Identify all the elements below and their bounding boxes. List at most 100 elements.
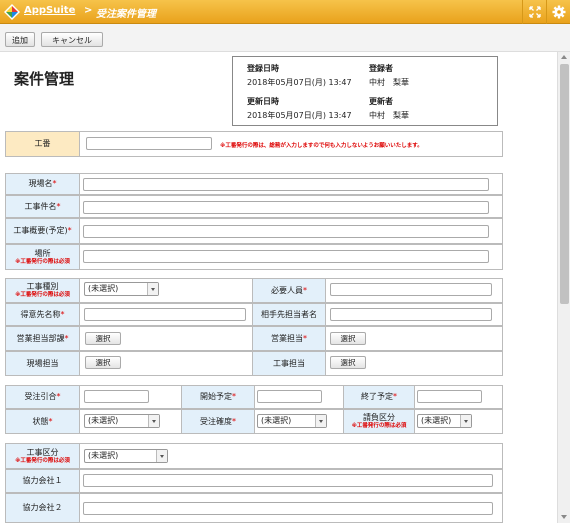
partner2-label-text: 協力会社２ xyxy=(22,503,63,512)
project-name-input[interactable] xyxy=(83,201,489,214)
order-price-label-text: 受注引合* xyxy=(24,392,61,401)
end-label-text: 終了予定* xyxy=(361,392,397,401)
work-mgr-label-text: 工事担当 xyxy=(273,358,305,368)
status-label-text: 状態* xyxy=(32,416,53,426)
contract-label-text: 請負区分 xyxy=(363,413,395,422)
partner1-input[interactable] xyxy=(83,474,493,487)
end-label: 終了予定* xyxy=(343,385,415,409)
status-label: 状態* xyxy=(5,409,80,434)
partner2-input[interactable] xyxy=(83,502,493,515)
sales-dept-select-button[interactable]: 選択 xyxy=(85,332,121,345)
updated-value: 2018年05月07日(月) 13:47 xyxy=(247,111,352,120)
partner2-label: 協力会社２ xyxy=(5,493,80,523)
chevron-down-icon xyxy=(315,415,326,427)
contact-input[interactable] xyxy=(330,308,492,321)
updater-value: 中村 梨華 xyxy=(369,111,409,120)
scroll-up-icon[interactable] xyxy=(561,55,567,59)
contact-label-text: 相手先担当者名 xyxy=(261,309,317,319)
page-title: 案件管理 xyxy=(14,70,75,88)
chevron-down-icon xyxy=(148,415,159,427)
fullscreen-button[interactable] xyxy=(522,0,546,24)
gear-icon xyxy=(552,5,565,19)
class-label: 工事区分 ※工番発行の際は必須 xyxy=(5,443,80,469)
required-staff-label: 必要人員* xyxy=(252,278,326,303)
record-info-panel: 登録日時 2018年05月07日(月) 13:47 登録者 中村 梨華 更新日時… xyxy=(232,56,498,126)
breadcrumb-separator: > xyxy=(84,5,93,16)
scrollbar-thumb[interactable] xyxy=(560,64,569,304)
accuracy-select[interactable]: (未選択) xyxy=(257,414,327,428)
site-name-input[interactable] xyxy=(83,178,489,191)
toolbar: 追加 キャンセル xyxy=(0,24,570,52)
work-mgr-select-button[interactable]: 選択 xyxy=(330,356,366,369)
koban-label: 工番 xyxy=(5,131,80,157)
required-staff-input[interactable] xyxy=(330,283,492,296)
site-mgr-label-text: 現場担当 xyxy=(26,358,59,368)
sales-select-button[interactable]: 選択 xyxy=(330,332,366,345)
work-type-label-text: 工事種別 xyxy=(26,282,59,291)
scroll-down-icon[interactable] xyxy=(561,515,567,519)
created-value: 2018年05月07日(月) 13:47 xyxy=(247,78,352,87)
class-label-text: 工事区分 xyxy=(26,447,59,457)
koban-warning: ※工番発行の際は、総務が入力しますので何も入力しないようお願いいたします。 xyxy=(220,143,423,149)
add-button[interactable]: 追加 xyxy=(5,32,35,47)
contract-select[interactable]: (未選択) xyxy=(417,414,472,428)
status-select-value: (未選択) xyxy=(88,416,119,425)
site-mgr-select-button[interactable]: 選択 xyxy=(85,356,121,369)
sales-dept-label-text: 営業担当部課* xyxy=(16,333,69,343)
created-label: 登録日時 xyxy=(247,64,279,73)
chevron-down-icon xyxy=(147,283,158,295)
chevron-down-icon xyxy=(460,415,471,427)
accuracy-label-text: 受注確度* xyxy=(200,416,236,426)
work-type-select[interactable]: (未選択) xyxy=(84,282,159,296)
location-label: 場所 ※工番発行の際は必須 xyxy=(5,244,80,270)
order-price-input[interactable] xyxy=(84,390,149,403)
required-staff-label-text: 必要人員* xyxy=(271,285,307,295)
koban-label-text: 工番 xyxy=(34,139,51,148)
location-input[interactable] xyxy=(83,250,489,263)
accuracy-select-value: (未選択) xyxy=(261,416,292,425)
overview-label-text: 工事概要(予定)* xyxy=(13,226,72,235)
appsuite-logo-icon xyxy=(4,4,20,20)
partner1-label-text: 協力会社１ xyxy=(22,476,63,485)
overview-input[interactable] xyxy=(83,225,489,238)
updater-label: 更新者 xyxy=(369,97,393,106)
cancel-button[interactable]: キャンセル xyxy=(41,32,103,47)
order-price-label: 受注引合* xyxy=(5,385,80,409)
work-type-note: ※工番発行の際は必須 xyxy=(15,292,70,298)
class-select[interactable]: (未選択) xyxy=(84,449,168,463)
location-label-text: 場所 xyxy=(34,248,51,258)
expand-icon xyxy=(528,6,541,18)
start-label: 開始予定* xyxy=(181,385,255,409)
app-name-link[interactable]: AppSuite xyxy=(24,5,75,16)
start-label-text: 開始予定* xyxy=(200,392,236,401)
sales-label-text: 営業担当* xyxy=(271,333,307,343)
end-date-input[interactable] xyxy=(417,390,482,403)
start-date-input[interactable] xyxy=(257,390,322,403)
contact-label: 相手先担当者名 xyxy=(252,303,326,326)
sales-dept-label: 営業担当部課* xyxy=(5,326,80,351)
location-note: ※工番発行の際は必須 xyxy=(15,258,70,265)
contract-note: ※工番発行の際は必須 xyxy=(351,423,407,429)
sales-label: 営業担当* xyxy=(252,326,326,351)
settings-button[interactable] xyxy=(546,0,570,24)
work-type-select-value: (未選択) xyxy=(88,284,119,293)
site-name-label-text: 現場名* xyxy=(28,179,57,188)
updated-label: 更新日時 xyxy=(247,97,279,106)
breadcrumb-current: 受注案件管理 xyxy=(96,9,156,20)
status-select[interactable]: (未選択) xyxy=(84,414,160,428)
chevron-down-icon xyxy=(156,450,167,462)
accuracy-label: 受注確度* xyxy=(181,409,255,434)
work-mgr-label: 工事担当 xyxy=(252,351,326,376)
class-select-value: (未選択) xyxy=(88,451,119,460)
app-header: AppSuite > 受注案件管理 xyxy=(0,0,570,24)
partner1-label: 協力会社１ xyxy=(5,469,80,493)
site-name-label: 現場名* xyxy=(5,173,80,195)
koban-input[interactable] xyxy=(86,137,212,150)
overview-label: 工事概要(予定)* xyxy=(5,218,80,244)
contract-select-value: (未選択) xyxy=(421,416,452,425)
vertical-scrollbar[interactable] xyxy=(557,52,570,523)
project-name-label-text: 工事件名* xyxy=(24,201,61,211)
client-label: 得意先名称* xyxy=(5,303,80,326)
creator-label: 登録者 xyxy=(369,64,393,73)
client-input[interactable] xyxy=(84,308,246,321)
